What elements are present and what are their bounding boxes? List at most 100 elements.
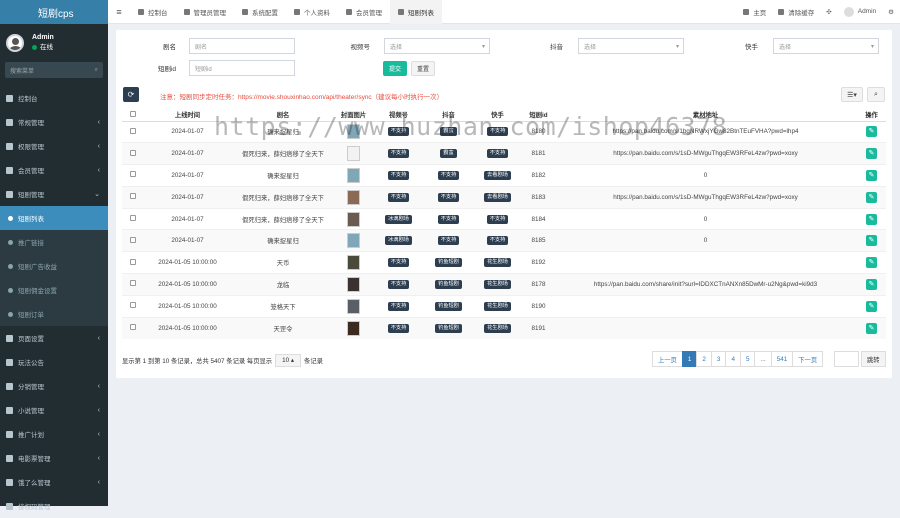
table-row[interactable]: 2024-01-07 确来捉星归 冰滴剧场 不支持 不支持 8185 0 ✎ <box>122 229 886 252</box>
tab-4[interactable]: 会员管理 <box>338 0 390 24</box>
cover-thumbnail[interactable] <box>347 211 360 227</box>
search-icon[interactable]: ⌕ <box>95 67 98 74</box>
row-checkbox[interactable] <box>130 149 136 156</box>
table-search-button[interactable]: ⌕ <box>867 87 885 102</box>
refresh-button[interactable]: ⟳ <box>123 87 139 102</box>
edit-icon[interactable]: ✎ <box>866 191 877 203</box>
sidebar-item-16[interactable]: 饿了么管理 ‹ <box>0 470 108 494</box>
admin-menu[interactable]: Admin <box>838 0 882 24</box>
table-row[interactable]: 2024-01-05 10:00:00 天罡令 不支持 钓鱼短剧 花生剧场 8191 ✎ <box>122 316 886 339</box>
tab-5[interactable]: 短剧列表 <box>390 0 442 24</box>
table-row[interactable]: 2024-01-05 10:00:00 天币 不支持 钓鱼短剧 花生剧场 8192 ✎ <box>122 251 886 274</box>
sidebar-item-0[interactable]: 控制台 <box>0 86 108 110</box>
sidebar-item-10[interactable]: 页面设置 ‹ <box>0 326 108 350</box>
table-row[interactable]: 2024-01-07 假死归来，薛妇痞移了全天下 不支持 不支持 去看剧场 8183 htt… <box>122 185 886 209</box>
cover-thumbnail[interactable] <box>347 276 360 292</box>
page-link-8[interactable]: 下一页 <box>792 351 824 367</box>
row-checkbox[interactable] <box>130 280 136 287</box>
edit-icon[interactable]: ✎ <box>866 126 877 138</box>
row-checkbox[interactable] <box>130 193 136 200</box>
edit-icon[interactable]: ✎ <box>866 148 877 160</box>
cover-thumbnail[interactable] <box>347 167 360 183</box>
page-jump-input[interactable] <box>834 351 859 367</box>
submit-button[interactable]: 提交 <box>383 61 407 76</box>
tab-0[interactable]: 控制台 <box>130 0 176 24</box>
sidebar-item-8[interactable]: 短剧佣金设置 <box>0 278 108 302</box>
page-link-7[interactable]: 541 <box>770 351 794 367</box>
row-checkbox[interactable] <box>130 171 136 178</box>
video-select[interactable]: 选择 ▾ <box>384 38 490 54</box>
fullscreen-icon[interactable]: ✣ <box>820 0 837 24</box>
row-checkbox[interactable] <box>130 258 136 265</box>
sidebar-item-9[interactable]: 短剧订单 <box>0 302 108 326</box>
table-row[interactable]: 2024-01-05 10:00:00 龙临 不支持 钓鱼短剧 花生剧场 8178 http… <box>122 273 886 296</box>
sidebar-item-17[interactable]: 接权码管理 <box>0 494 108 518</box>
sidebar-item-12[interactable]: 分销管理 ‹ <box>0 374 108 398</box>
page-link-5[interactable]: 5 <box>739 351 756 367</box>
edit-icon[interactable]: ✎ <box>866 278 877 290</box>
sidebar-item-label: 常规管理 <box>18 120 44 127</box>
sidebar-item-6[interactable]: 推广链接 <box>0 230 108 254</box>
app-logo[interactable]: 短剧cps <box>0 0 108 24</box>
cover-thumbnail[interactable] <box>347 233 360 249</box>
cell-address <box>554 294 857 318</box>
sidebar-search[interactable]: 搜索菜单 ⌕ <box>5 62 103 78</box>
douyin-select[interactable]: 选择 ▾ <box>578 38 684 54</box>
menu-toggle-icon[interactable]: ≡ <box>108 7 130 17</box>
columns-toggle-button[interactable]: ☰▾ <box>841 87 863 102</box>
page-link-0[interactable]: 上一页 <box>652 351 683 367</box>
menu-icon <box>6 406 13 414</box>
sidebar-item-7[interactable]: 短剧广告收益 <box>0 254 108 278</box>
row-checkbox[interactable] <box>130 236 136 243</box>
drama-id-input[interactable]: 短剧id <box>189 60 295 76</box>
cover-thumbnail[interactable] <box>347 189 360 205</box>
select-all-checkbox[interactable] <box>130 110 136 117</box>
edit-icon[interactable]: ✎ <box>866 169 877 181</box>
cell-name: 笼格天下 <box>231 294 335 318</box>
edit-icon[interactable]: ✎ <box>866 300 877 312</box>
cover-thumbnail[interactable] <box>347 320 360 336</box>
page-jump-button[interactable]: 跳转 <box>861 351 886 367</box>
sidebar-search-input[interactable]: 搜索菜单 <box>10 66 34 75</box>
page-link-6[interactable]: ... <box>754 351 772 367</box>
reset-button[interactable]: 重置 <box>411 61 435 76</box>
edit-icon[interactable]: ✎ <box>866 257 877 269</box>
cover-thumbnail[interactable] <box>347 255 360 271</box>
sidebar-item-13[interactable]: 小说管理 ‹ <box>0 398 108 422</box>
row-checkbox[interactable] <box>130 302 136 309</box>
edit-icon[interactable]: ✎ <box>866 235 877 247</box>
cover-thumbnail[interactable] <box>347 146 360 162</box>
row-checkbox[interactable] <box>130 215 136 222</box>
page-size-select[interactable]: 10 ▴ <box>275 354 302 367</box>
row-checkbox[interactable] <box>130 127 136 134</box>
row-checkbox[interactable] <box>130 324 136 331</box>
page-link-4[interactable]: 4 <box>725 351 741 367</box>
kuaishou-select[interactable]: 选择 ▾ <box>773 38 879 54</box>
sidebar-item-3[interactable]: 会员管理 ‹ <box>0 158 108 182</box>
sidebar-item-14[interactable]: 推广计划 ‹ <box>0 422 108 446</box>
sidebar-item-11[interactable]: 玩法公告 <box>0 350 108 374</box>
clear-cache-button[interactable]: 清除缓存 <box>772 0 820 24</box>
table-row[interactable]: 2024-01-07 假死归来，薛妇痞移了全天下 不支持 霸蛮 不支持 8181 https… <box>122 142 886 165</box>
sidebar-item-5[interactable]: 短剧列表 <box>0 206 108 230</box>
page-link-1[interactable]: 1 <box>681 351 698 367</box>
sidebar-item-1[interactable]: 常规管理 ‹ <box>0 110 108 134</box>
sidebar-item-2[interactable]: 权限管理 ‹ <box>0 134 108 158</box>
name-input[interactable]: 剧名 <box>189 38 295 54</box>
edit-icon[interactable]: ✎ <box>866 322 877 334</box>
page-link-3[interactable]: 3 <box>710 351 727 367</box>
sidebar-item-label: 饿了么管理 <box>18 480 51 487</box>
cover-thumbnail[interactable] <box>347 298 360 314</box>
table-row[interactable]: 2024-01-07 确来捉星归 不支持 不支持 去看剧场 8182 0 ✎ <box>122 164 886 187</box>
tab-1[interactable]: 管理员管理 <box>176 0 235 24</box>
table-row[interactable]: 2024-01-05 10:00:00 笼格天下 不支持 钓鱼短剧 花生剧场 8190 ✎ <box>122 294 886 318</box>
sidebar-item-15[interactable]: 电影票管理 ‹ <box>0 446 108 470</box>
settings-gear-icon[interactable]: ⚙ <box>882 0 900 24</box>
tab-2[interactable]: 系统配置 <box>234 0 286 24</box>
page-link-2[interactable]: 2 <box>696 351 712 367</box>
home-link[interactable]: 主页 <box>737 0 772 24</box>
sidebar-item-4[interactable]: 短剧管理 ⌄ <box>0 182 108 206</box>
edit-icon[interactable]: ✎ <box>866 213 877 225</box>
tab-3[interactable]: 个人资料 <box>286 0 338 24</box>
table-row[interactable]: 2024-01-07 假死归来，薛妇痞移了全天下 冰滴剧场 不支持 不支持 8184 0 ✎ <box>122 207 886 230</box>
